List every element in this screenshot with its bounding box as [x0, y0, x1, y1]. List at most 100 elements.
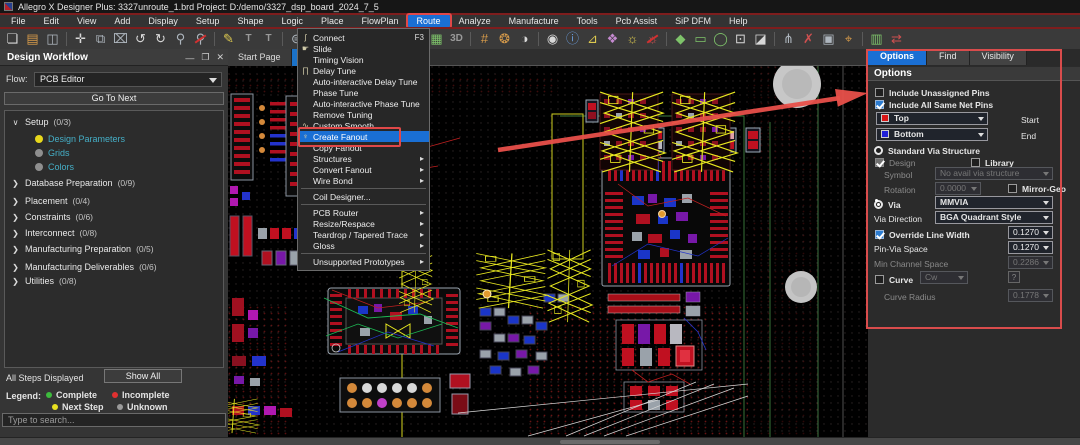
color-dialog-icon[interactable]: ❂: [495, 30, 514, 48]
chevron-right-icon[interactable]: ❯: [11, 263, 20, 272]
menu-view[interactable]: View: [68, 15, 105, 27]
menu-item-phase-tune[interactable]: Phase Tune: [298, 87, 429, 98]
menu-item-pcb-router[interactable]: PCB Router ▸: [298, 207, 429, 218]
menu-item-coil-designer[interactable]: Coil Designer...: [298, 191, 429, 202]
tree-item-interconnect[interactable]: ❯ Interconnect (0/8): [11, 227, 97, 239]
new-file-icon[interactable]: ❏: [3, 30, 22, 48]
menu-route[interactable]: Route: [408, 15, 450, 27]
edit-text-icon[interactable]: T: [259, 30, 278, 48]
palette-icon[interactable]: ❖: [603, 30, 622, 48]
curve-radius-select[interactable]: 0.1778: [1008, 289, 1053, 302]
tree-item-constraints[interactable]: ❯ Constraints (0/6): [11, 211, 93, 223]
tree-item-placement[interactable]: ❯ Placement (0/4): [11, 195, 90, 207]
menu-item-slide[interactable]: ☛ Slide: [298, 43, 429, 54]
menu-item-convert-fanout[interactable]: Convert Fanout ▸: [298, 164, 429, 175]
add-circle-icon[interactable]: ◯: [711, 30, 730, 48]
min-channel-select[interactable]: 0.2286: [1008, 256, 1053, 269]
include-unassigned-checkbox[interactable]: [875, 88, 884, 97]
close-icon[interactable]: ✕: [216, 52, 224, 63]
menu-item-connect[interactable]: ʃ Connect F3: [298, 32, 429, 43]
override-line-width-select[interactable]: 0.1270: [1008, 226, 1053, 239]
curve-checkbox[interactable]: [875, 275, 884, 284]
menu-item-unsupported-prototypes[interactable]: Unsupported Prototypes ▸: [298, 256, 429, 267]
show-all-button[interactable]: Show All: [104, 369, 182, 383]
menu-item-auto-delay-tune[interactable]: Auto-interactive Delay Tune: [298, 76, 429, 87]
horizontal-scrollbar[interactable]: [560, 440, 660, 444]
chevron-right-icon[interactable]: ❯: [11, 245, 20, 254]
shadow-mode-icon[interactable]: ◑: [515, 30, 534, 48]
end-layer-select[interactable]: Bottom: [876, 128, 988, 141]
menu-item-resize-respace[interactable]: Resize/Respace ▸: [298, 218, 429, 229]
undo-icon[interactable]: ↺: [131, 30, 150, 48]
visibility-eye-icon[interactable]: ◉: [543, 30, 562, 48]
pin-icon[interactable]: ⚲: [171, 30, 190, 48]
tree-item-database-preparation[interactable]: ❯ Database Preparation (0/9): [11, 177, 135, 189]
menu-item-timing-vision[interactable]: Timing Vision: [298, 54, 429, 65]
via-radio[interactable]: [874, 200, 883, 209]
tab-visibility[interactable]: Visibility: [970, 49, 1027, 65]
via-direction-select[interactable]: BGA Quadrant Style: [935, 211, 1053, 224]
go-to-next-button[interactable]: Go To Next: [4, 92, 224, 105]
menu-item-auto-phase-tune[interactable]: Auto-interactive Phase Tune: [298, 98, 429, 109]
measure-icon[interactable]: ⊿: [583, 30, 602, 48]
menu-item-teardrop[interactable]: Teardrop / Tapered Trace ▸: [298, 229, 429, 240]
menu-logic[interactable]: Logic: [272, 15, 312, 27]
tree-item-colors[interactable]: Colors: [35, 161, 74, 173]
save-icon[interactable]: ◫: [43, 30, 62, 48]
tree-item-design-parameters[interactable]: Design Parameters: [35, 133, 125, 145]
flow-select[interactable]: PCB Editor: [34, 72, 222, 87]
include-same-net-checkbox[interactable]: [875, 100, 884, 109]
view-3d-icon[interactable]: 3D: [447, 30, 466, 48]
library-checkbox[interactable]: [971, 158, 980, 167]
start-layer-select[interactable]: Top: [876, 112, 988, 125]
pin-via-space-select[interactable]: 0.1270: [1008, 241, 1053, 254]
tree-item-grids[interactable]: Grids: [35, 147, 70, 159]
info-icon[interactable]: ⓘ: [563, 30, 582, 48]
dim-icon[interactable]: ☼: [643, 30, 662, 48]
menu-help[interactable]: Help: [720, 15, 757, 27]
curve-direction-select[interactable]: Cw: [920, 271, 968, 284]
menu-place[interactable]: Place: [312, 15, 353, 27]
move-icon[interactable]: ✛: [71, 30, 90, 48]
fanout-tool-icon[interactable]: ⋔: [779, 30, 798, 48]
design-checkbox[interactable]: [875, 158, 884, 167]
menu-shape[interactable]: Shape: [228, 15, 272, 27]
add-line-icon[interactable]: ✎: [219, 30, 238, 48]
select-window-icon[interactable]: ⊡: [731, 30, 750, 48]
brightness-icon[interactable]: ☼: [623, 30, 642, 48]
add-text-icon[interactable]: T: [239, 30, 258, 48]
menu-flowplan[interactable]: FlowPlan: [353, 15, 408, 27]
tab-options[interactable]: Options: [868, 49, 927, 65]
menu-file[interactable]: File: [2, 15, 35, 27]
tree-item-manufacturing-deliverables[interactable]: ❯ Manufacturing Deliverables (0/6): [11, 261, 157, 273]
chevron-right-icon[interactable]: ❯: [11, 277, 20, 286]
menu-item-create-fanout[interactable]: ♆ Create Fanout: [298, 131, 429, 142]
copy-icon[interactable]: ⧉: [91, 30, 110, 48]
snapshot-icon[interactable]: ▣: [819, 30, 838, 48]
menu-tools[interactable]: Tools: [568, 15, 607, 27]
tree-item-utilities[interactable]: ❯ Utilities (0/8): [11, 275, 77, 287]
chevron-right-icon[interactable]: ❯: [11, 179, 20, 188]
chevron-right-icon[interactable]: ❯: [11, 229, 20, 238]
menu-pcb-assist[interactable]: Pcb Assist: [607, 15, 667, 27]
delete-route-icon[interactable]: ✗: [799, 30, 818, 48]
grid-toggle-icon[interactable]: #: [475, 30, 494, 48]
menu-setup[interactable]: Setup: [187, 15, 229, 27]
menu-item-gloss[interactable]: Gloss ▸: [298, 240, 429, 251]
open-folder-icon[interactable]: ▤: [23, 30, 42, 48]
label-icon[interactable]: ⌖: [839, 30, 858, 48]
chevron-right-icon[interactable]: ❯: [11, 197, 20, 206]
curve-help-button[interactable]: ?: [1008, 271, 1020, 283]
via-select[interactable]: MMVIA: [935, 196, 1053, 209]
menu-item-structures[interactable]: Structures ▸: [298, 153, 429, 164]
menu-sip-dfm[interactable]: SiP DFM: [666, 15, 720, 27]
swap-icon[interactable]: ⇄: [887, 30, 906, 48]
redo-icon[interactable]: ↻: [151, 30, 170, 48]
tab-find[interactable]: Find: [927, 49, 970, 65]
rotation-select[interactable]: 0.0000: [935, 182, 981, 195]
tab-start-page[interactable]: Start Page: [228, 49, 292, 66]
chevron-right-icon[interactable]: ❯: [11, 213, 20, 222]
tree-item-manufacturing-preparation[interactable]: ❯ Manufacturing Preparation (0/5): [11, 243, 154, 255]
delete-icon[interactable]: ⌧: [111, 30, 130, 48]
contrast-icon[interactable]: ◪: [751, 30, 770, 48]
